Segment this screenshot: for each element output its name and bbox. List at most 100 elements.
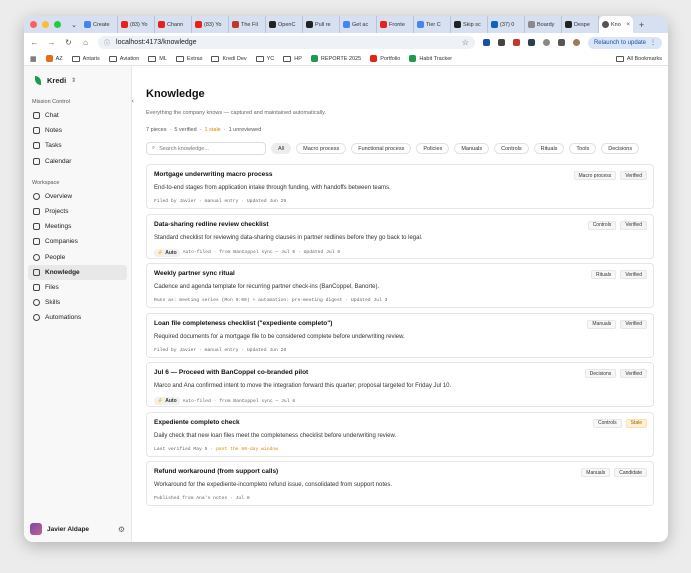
- filter-chip-controls[interactable]: Controls: [494, 143, 529, 154]
- home-icon[interactable]: ⌂: [81, 38, 90, 47]
- filter-chip-tools[interactable]: Tools: [569, 143, 597, 154]
- tab-label: Tier C: [426, 21, 441, 28]
- forward-arrow-icon[interactable]: →: [47, 38, 56, 47]
- browser-tab[interactable]: Fronte: [377, 16, 414, 33]
- avatar-icon[interactable]: [572, 39, 580, 46]
- filter-chip-decisions[interactable]: Decisions: [601, 143, 640, 154]
- relaunch-button[interactable]: Relaunch to update ⋮: [587, 36, 662, 49]
- extension-icon[interactable]: [542, 39, 550, 46]
- bookmark-label: Portfolio: [380, 55, 401, 62]
- back-arrow-icon[interactable]: ←: [30, 38, 39, 47]
- extension-icon[interactable]: [512, 39, 520, 46]
- workspace-switcher[interactable]: Kredi ⇕: [24, 66, 131, 93]
- close-window-button[interactable]: [30, 21, 37, 28]
- tab-label: Kno: [611, 21, 621, 28]
- browser-tab[interactable]: Despe: [562, 16, 599, 33]
- reload-icon[interactable]: ↻: [64, 38, 73, 47]
- tab-search-chevron-icon[interactable]: ⌄: [69, 21, 79, 29]
- filter-chip-all[interactable]: All: [271, 143, 292, 154]
- knowledge-card[interactable]: Jul 6 — Proceed with BanCoppel co-brande…: [146, 362, 654, 407]
- all-bookmarks[interactable]: All Bookmarks: [615, 55, 662, 62]
- sidebar-item-notes[interactable]: Notes: [28, 123, 127, 138]
- site-info-icon[interactable]: ⓘ: [104, 38, 110, 47]
- browser-tab[interactable]: Skip sc: [451, 16, 488, 33]
- filter-chip-rituals[interactable]: Rituals: [533, 143, 565, 154]
- filter-chip-functional-process[interactable]: Functional process: [351, 143, 412, 154]
- browser-tab[interactable]: OpenC: [266, 16, 303, 33]
- bookmark-item[interactable]: AZ: [45, 55, 63, 62]
- browser-tab[interactable]: Pull re: [303, 16, 340, 33]
- filter-chip-manuals[interactable]: Manuals: [454, 143, 490, 154]
- sidebar-item-projects[interactable]: Projects: [28, 204, 127, 219]
- browser-tab[interactable]: (83) Yo: [118, 16, 155, 33]
- sidebar-item-meetings[interactable]: Meetings: [28, 219, 127, 234]
- sidebar-item-skills[interactable]: Skills: [28, 295, 127, 310]
- knowledge-card[interactable]: Expediente completo check Daily check tha…: [146, 411, 654, 457]
- collapse-sidebar-icon[interactable]: ‹: [132, 98, 134, 105]
- bookmark-item[interactable]: Extras: [175, 55, 202, 62]
- knowledge-card[interactable]: Loan file completeness checklist ("exped…: [146, 312, 654, 358]
- new-tab-button[interactable]: +: [639, 20, 644, 30]
- bookmark-item[interactable]: REPORTE 2025: [310, 55, 361, 62]
- close-tab-icon[interactable]: ×: [626, 22, 630, 28]
- bookmark-label: Kredi Dev: [222, 55, 247, 62]
- folder-icon: [148, 55, 157, 62]
- extension-icon[interactable]: [557, 39, 565, 46]
- projects-icon: [33, 208, 40, 216]
- browser-tab[interactable]: (37) 0: [488, 16, 525, 33]
- address-bar[interactable]: ⓘ localhost:4173/knowledge ☆: [98, 36, 475, 49]
- sidebar-item-overview[interactable]: Overview: [28, 189, 127, 204]
- bookmark-item[interactable]: Habit Tracker: [409, 55, 452, 62]
- sidebar-item-companies[interactable]: Companies: [28, 234, 127, 249]
- sidebar-item-chat[interactable]: Chat: [28, 108, 127, 123]
- card-title: Weekly partner sync ritual: [154, 270, 235, 277]
- browser-tab[interactable]: Tier C: [414, 16, 451, 33]
- card-title: Refund workaround (from support calls): [154, 468, 279, 475]
- gear-icon[interactable]: ⚙: [118, 525, 125, 534]
- minimize-window-button[interactable]: [42, 21, 49, 28]
- bookmark-item[interactable]: YC: [255, 55, 274, 62]
- search-input[interactable]: ⌕ Search knowledge...: [146, 142, 266, 155]
- category-badge: Manuals: [587, 319, 617, 329]
- extension-icon[interactable]: [497, 39, 505, 46]
- knowledge-card[interactable]: Weekly partner sync ritual Cadence and ag…: [146, 263, 654, 308]
- bookmark-item[interactable]: HP: [283, 55, 302, 62]
- browser-tab[interactable]: (83) Yo: [192, 16, 229, 33]
- browser-tab[interactable]: The Fil: [229, 16, 266, 33]
- browser-tab[interactable]: Boardy: [525, 16, 562, 33]
- browser-tab-active[interactable]: Kno ×: [599, 16, 633, 33]
- extension-icon[interactable]: [527, 39, 535, 46]
- user-profile[interactable]: Javier Aldape ⚙: [30, 523, 125, 535]
- card-description: Marco and Ana confirmed intent to move t…: [154, 383, 452, 389]
- knowledge-card[interactable]: Refund workaround (from support calls) Wo…: [146, 461, 654, 506]
- sidebar-item-label: Meetings: [45, 223, 72, 231]
- bookmark-item[interactable]: ML: [148, 55, 167, 62]
- tab-label: Get ac: [352, 21, 369, 28]
- filter-chip-policies[interactable]: Policies: [416, 143, 450, 154]
- bookmark-item[interactable]: Aviation: [108, 55, 139, 62]
- sidebar-item-knowledge[interactable]: Knowledge: [28, 264, 127, 280]
- sidebar-item-people[interactable]: People: [28, 250, 127, 265]
- auto-badge: ⚡ Auto: [154, 248, 180, 257]
- browser-tab[interactable]: Get ac: [340, 16, 377, 33]
- bookmark-item[interactable]: Portfolio: [370, 55, 400, 62]
- maximize-window-button[interactable]: [54, 21, 61, 28]
- sidebar-item-calendar[interactable]: Calendar: [28, 154, 127, 169]
- knowledge-card[interactable]: Data-sharing redline review checklist Sta…: [146, 213, 654, 259]
- browser-tab[interactable]: Chann: [155, 16, 192, 33]
- extension-icon[interactable]: [482, 39, 490, 46]
- bookmark-item[interactable]: Kredi Dev: [211, 55, 247, 62]
- bookmark-label: Habit Tracker: [419, 55, 453, 62]
- browser-tab[interactable]: Create: [81, 16, 118, 33]
- card-badges: Controls Stale: [592, 418, 647, 428]
- bookmark-item[interactable]: Antaris: [71, 55, 100, 62]
- card-badges: Manuals Candidate: [581, 468, 647, 477]
- sidebar-item-tasks[interactable]: Tasks: [28, 138, 127, 153]
- sidebar-item-files[interactable]: Files: [28, 280, 127, 295]
- bookmark-star-icon[interactable]: ☆: [462, 38, 469, 47]
- tab-label: (83) Yo: [204, 21, 222, 28]
- sidebar-item-automations[interactable]: Automations: [28, 310, 127, 325]
- apps-grid-icon[interactable]: ▦: [30, 55, 37, 63]
- filter-chip-macro-process[interactable]: Macro process: [296, 143, 347, 154]
- knowledge-card[interactable]: Mortgage underwriting macro process End-t…: [146, 164, 654, 209]
